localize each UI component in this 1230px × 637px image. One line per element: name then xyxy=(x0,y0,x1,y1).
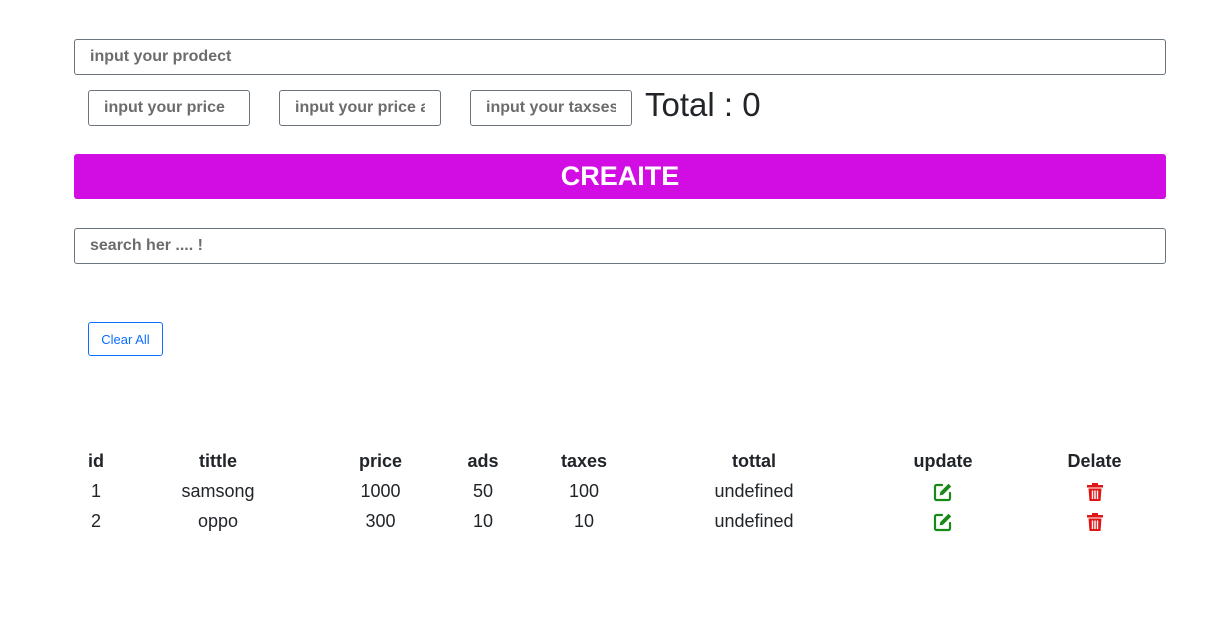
cell-taxes: 100 xyxy=(568,480,600,501)
header-total: tottal xyxy=(732,450,776,471)
cell-total: undefined xyxy=(714,510,794,531)
ads-input[interactable] xyxy=(279,90,441,126)
cell-update xyxy=(863,476,1023,506)
search-input[interactable] xyxy=(74,228,1166,264)
edit-icon[interactable] xyxy=(933,512,953,532)
header-ads: ads xyxy=(467,450,499,471)
cell-title: samsong xyxy=(181,480,255,501)
cell-id: 2 xyxy=(90,510,101,531)
header-update: update xyxy=(913,450,973,471)
products-table: id tittle price ads taxes tottal update … xyxy=(74,446,1166,536)
cell-id: 1 xyxy=(90,480,101,501)
taxes-input[interactable] xyxy=(470,90,632,126)
clear-all-button[interactable]: Clear All xyxy=(88,322,163,356)
cell-delete xyxy=(1023,476,1166,506)
trash-icon[interactable] xyxy=(1085,512,1105,532)
table-row: 1 samsong 1000 50 100 undefined xyxy=(74,476,1166,506)
edit-icon[interactable] xyxy=(933,482,953,502)
price-input[interactable] xyxy=(88,90,250,126)
header-row: id tittle price ads taxes tottal update … xyxy=(74,446,1166,476)
cell-taxes: 10 xyxy=(573,510,595,531)
header-id: id xyxy=(88,450,104,471)
cell-ads: 50 xyxy=(472,480,494,501)
create-button[interactable]: CREAITE xyxy=(74,154,1166,199)
total-display: Total : 0 xyxy=(645,86,761,123)
cell-title: oppo xyxy=(197,510,239,531)
header-taxes: taxes xyxy=(560,450,608,471)
cell-delete xyxy=(1023,506,1166,536)
cell-price: 1000 xyxy=(360,480,401,501)
table-row: 2 oppo 300 10 10 undefined xyxy=(74,506,1166,536)
header-title: tittle xyxy=(199,450,237,471)
cell-update xyxy=(863,506,1023,536)
cell-price: 300 xyxy=(365,510,396,531)
product-title-input[interactable] xyxy=(74,39,1166,75)
table-header: id tittle price ads taxes tottal update … xyxy=(74,446,1166,476)
header-price: price xyxy=(358,450,403,471)
cell-total: undefined xyxy=(714,480,794,501)
cell-ads: 10 xyxy=(472,510,494,531)
trash-icon[interactable] xyxy=(1085,482,1105,502)
header-delete: Delate xyxy=(1067,450,1122,471)
table-body: 1 samsong 1000 50 100 undefined 2 oppo 3… xyxy=(74,476,1166,536)
crud-app-page: Total : 0 CREAITE Clear All id tittle pr… xyxy=(0,0,1230,637)
